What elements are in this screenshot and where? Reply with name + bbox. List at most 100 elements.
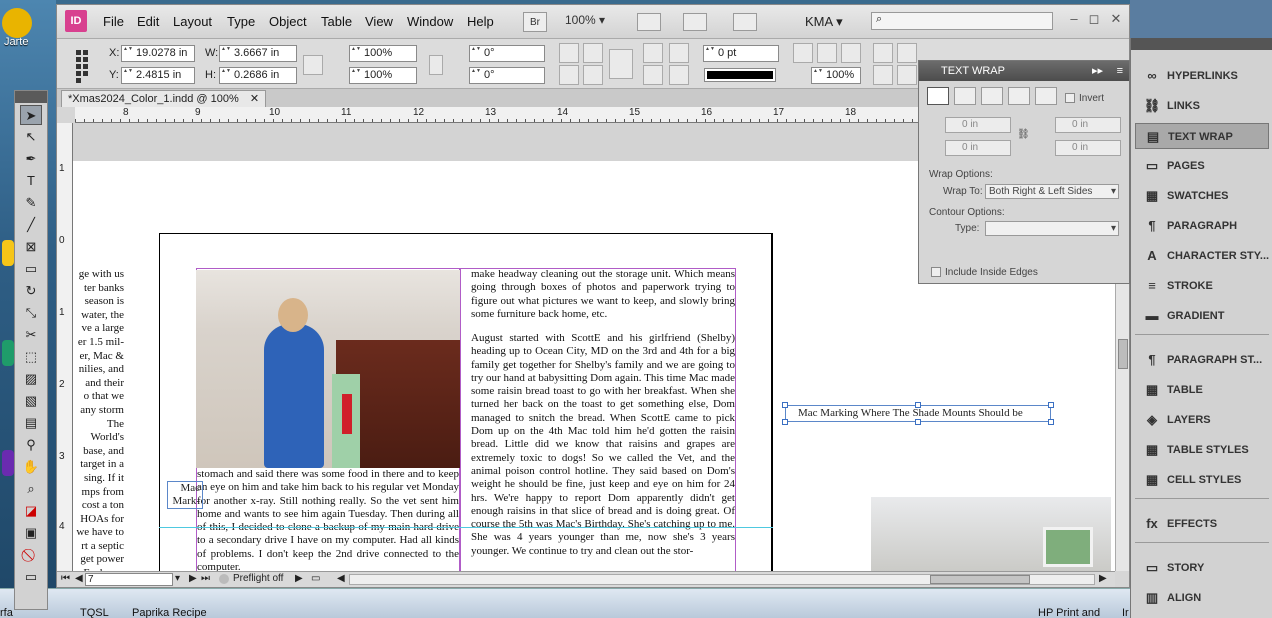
top-offset-field[interactable]: 0 in (945, 117, 1011, 133)
taskbar-item-tqsl[interactable]: TQSL (80, 607, 109, 618)
screen-mode-icon[interactable] (683, 13, 707, 31)
panel-text-wrap[interactable]: ▤ TEXT WRAP (1135, 123, 1269, 149)
jarte-desktop-icon[interactable] (2, 8, 32, 38)
first-page-icon[interactable]: ⏮ (61, 573, 70, 584)
flip-vertical-icon[interactable] (583, 65, 603, 85)
maximize-button[interactable]: ◻ (1085, 11, 1103, 29)
link-offsets-icon[interactable]: ⛓ (1017, 129, 1030, 140)
rectangle-tool-icon[interactable]: ▭ (20, 259, 42, 279)
wrap-to-select[interactable]: Both Right & Left Sides (985, 184, 1119, 199)
include-inside-edges-checkbox[interactable]: Include Inside Edges (931, 267, 1038, 278)
select-next-icon[interactable] (669, 65, 689, 85)
rectangle-frame-tool-icon[interactable]: ⊠ (20, 237, 42, 257)
formatting-container-icon[interactable]: ▣ (20, 523, 42, 543)
preflight-menu-icon[interactable]: ▶ (295, 573, 303, 584)
panel-story[interactable]: ▭ STORY (1135, 555, 1269, 581)
close-tab-icon[interactable]: ✕ (250, 93, 259, 105)
right-column-text-2[interactable]: August started with ScottE and his girlf… (471, 332, 735, 571)
panel-paragraph[interactable]: ¶ PARAGRAPH (1135, 213, 1269, 239)
view-options-icon[interactable] (637, 13, 661, 31)
page-dropdown-icon[interactable]: ▾ (175, 573, 180, 584)
y-position-field[interactable]: 2.4815 in (121, 67, 195, 84)
scissors-tool-icon[interactable]: ✂ (20, 325, 42, 345)
wrap-around-object-shape-button[interactable] (981, 87, 1003, 105)
rotation-angle-field[interactable]: 0° (469, 45, 545, 62)
text-wrap-panel-header[interactable]: TEXT WRAP ≡ ▸▸ (919, 61, 1129, 81)
workspace-switcher[interactable]: KMA ▾ (805, 14, 843, 30)
arrange-documents-icon[interactable] (733, 13, 757, 31)
opacity-field[interactable]: 100% (811, 67, 861, 84)
scrollbar-thumb[interactable] (1118, 339, 1128, 369)
open-preflight-icon[interactable]: ▭ (311, 573, 320, 584)
hand-tool-icon[interactable]: ✋ (20, 457, 42, 477)
x-position-field[interactable]: 19.0278 in (121, 45, 195, 62)
eyedropper-tool-icon[interactable]: ⚲ (20, 435, 42, 455)
stroke-icon[interactable] (817, 43, 837, 63)
scroll-right-icon[interactable]: ▶ (1099, 573, 1107, 584)
select-previous-icon[interactable] (643, 65, 663, 85)
taskbar-item-paprika[interactable]: Paprika Recipe (132, 607, 207, 618)
tools-panel-header[interactable] (15, 91, 47, 103)
fill-icon[interactable] (793, 43, 813, 63)
reference-point-icon[interactable] (75, 49, 95, 83)
type-tool-icon[interactable]: T (20, 171, 42, 191)
scale-x-field[interactable]: 100% (349, 45, 417, 62)
bridge-button[interactable]: Br (523, 12, 547, 32)
panel-stroke[interactable]: ≡ STROKE (1135, 273, 1269, 299)
caption-frame[interactable]: Mac Mark- (167, 481, 203, 509)
link-scale-icon[interactable] (429, 55, 443, 75)
menu-view[interactable]: View (365, 14, 393, 29)
constrain-proportions-icon[interactable] (303, 55, 323, 75)
menu-help[interactable]: Help (467, 14, 494, 29)
middle-column-text[interactable]: stomach and said there was some food in … (197, 468, 459, 571)
invert-checkbox[interactable]: Invert (1065, 93, 1104, 104)
gradient-tool-icon[interactable]: ▨ (20, 369, 42, 389)
selection-handle[interactable] (1048, 402, 1054, 408)
next-page-icon[interactable]: ▶ (189, 573, 197, 584)
effects-fx-icon[interactable] (841, 43, 861, 63)
panel-gradient[interactable]: ▬ GRADIENT (1135, 303, 1269, 329)
panel-effects[interactable]: fx EFFECTS (1135, 511, 1269, 537)
horizontal-ruler[interactable]: 8 9 10 11 12 13 14 15 16 17 18 (75, 107, 919, 123)
selection-handle[interactable] (782, 419, 788, 425)
height-field[interactable]: 0.2686 in (219, 67, 297, 84)
direct-selection-tool-icon[interactable]: ↖ (20, 127, 42, 147)
screen-mode-icon[interactable]: ▭ (20, 567, 42, 587)
selection-tool-icon[interactable]: ➤ (20, 105, 42, 125)
gradient-feather-tool-icon[interactable]: ▧ (20, 391, 42, 411)
panel-table-styles[interactable]: ▦ TABLE STYLES (1135, 437, 1269, 463)
jump-to-next-column-button[interactable] (1035, 87, 1057, 105)
menu-layout[interactable]: Layout (173, 14, 212, 29)
taskbar-item-hp-print[interactable]: HP Print and (1038, 607, 1100, 618)
panel-paragraph-styles[interactable]: ¶ PARAGRAPH ST... (1135, 347, 1269, 373)
flip-horizontal-icon[interactable] (559, 65, 579, 85)
horizontal-guide[interactable] (159, 527, 773, 528)
no-text-wrap-button[interactable] (927, 87, 949, 105)
panel-pages[interactable]: ▭ PAGES (1135, 153, 1269, 179)
panel-menu-icon[interactable]: ≡ (1117, 61, 1123, 81)
width-field[interactable]: 3.6667 in (219, 45, 297, 62)
minimize-button[interactable]: – (1065, 11, 1083, 29)
selection-handle[interactable] (1048, 419, 1054, 425)
horizontal-scrollbar[interactable] (349, 574, 1095, 585)
document-page[interactable]: ge with us ter banks season is water, th… (76, 233, 773, 571)
menu-window[interactable]: Window (407, 14, 453, 29)
close-window-button[interactable]: ✕ (1107, 11, 1125, 29)
photo-window-room[interactable] (871, 497, 1111, 571)
menu-file[interactable]: File (103, 14, 124, 29)
panel-swatches[interactable]: ▦ SWATCHES (1135, 183, 1269, 209)
right-offset-field[interactable]: 0 in (1055, 140, 1121, 156)
stroke-type-select[interactable] (704, 68, 776, 82)
line-tool-icon[interactable]: ╱ (20, 215, 42, 235)
panel-layers[interactable]: ◈ LAYERS (1135, 407, 1269, 433)
last-page-icon[interactable]: ⏭ (201, 573, 210, 584)
scale-y-field[interactable]: 100% (349, 67, 417, 84)
rotate-counterclockwise-icon[interactable] (583, 43, 603, 63)
zoom-level-select[interactable]: 100% ▾ (565, 13, 617, 31)
align-center-icon[interactable] (897, 65, 917, 85)
page-number-field[interactable]: 7 (85, 573, 173, 586)
bottom-offset-field[interactable]: 0 in (945, 140, 1011, 156)
stroke-weight-field[interactable]: 0 pt (703, 45, 779, 62)
selection-handle[interactable] (915, 419, 921, 425)
jump-object-button[interactable] (1008, 87, 1030, 105)
